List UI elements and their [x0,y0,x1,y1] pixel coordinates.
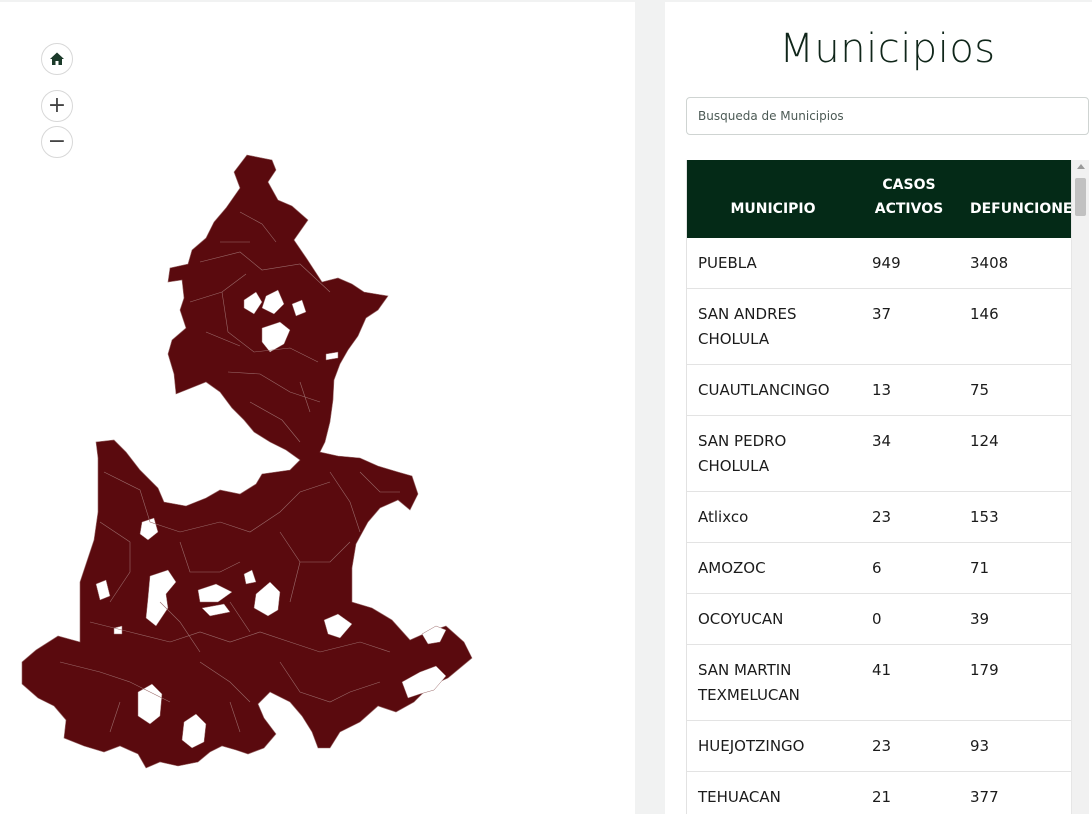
cell-casos-activos: 21 [872,788,892,806]
table-header-row: MUNICIPIO CASOS ACTIVOS DEFUNCIONES [687,160,1071,238]
cell-municipio: TEHUACAN [698,788,781,806]
table-row[interactable]: TEHUACAN 21 377 [687,772,1071,814]
cell-casos-activos: 0 [872,610,882,628]
cell-municipio: HUEJOTZINGO [698,737,805,755]
cell-defunciones: 146 [970,305,999,323]
home-button[interactable] [41,43,73,75]
map-panel[interactable]: + − [0,2,635,814]
page-title: Municipios [779,26,996,72]
plus-icon: + [47,93,67,118]
cell-casos-activos: 37 [872,305,892,323]
table-scrollbar[interactable] [1071,160,1089,814]
table-row[interactable]: SAN ANDRES CHOLULA 37 146 [687,289,1071,365]
cell-municipio: CUAUTLANCINGO [698,381,830,399]
municipios-table-container[interactable]: MUNICIPIO CASOS ACTIVOS DEFUNCIONES PUEB… [686,160,1071,814]
cell-defunciones: 3408 [970,254,1009,272]
cell-defunciones: 71 [970,559,990,577]
municipios-table: MUNICIPIO CASOS ACTIVOS DEFUNCIONES PUEB… [687,160,1071,814]
cell-casos-activos: 13 [872,381,892,399]
home-icon [50,52,64,65]
table-row[interactable]: CUAUTLANCINGO 13 75 [687,365,1071,416]
municipality-regions[interactable] [21,154,473,769]
minus-icon: − [47,129,67,154]
column-header-municipio[interactable]: MUNICIPIO [687,160,859,238]
scrollbar-thumb[interactable] [1075,178,1086,216]
cell-defunciones: 179 [970,661,999,679]
cell-casos-activos: 41 [872,661,892,679]
cell-defunciones: 377 [970,788,999,806]
table-row[interactable]: SAN MARTIN TEXMELUCAN 41 179 [687,645,1071,721]
column-header-casos-activos[interactable]: CASOS ACTIVOS [859,160,959,238]
column-header-defunciones[interactable]: DEFUNCIONES [959,160,1071,238]
table-row[interactable]: HUEJOTZINGO 23 93 [687,721,1071,772]
cell-municipio: PUEBLA [698,254,757,272]
cell-casos-activos: 949 [872,254,901,272]
cell-municipio: OCOYUCAN [698,610,784,628]
cell-casos-activos: 6 [872,559,882,577]
cell-municipio: SAN PEDRO CHOLULA [698,432,787,475]
map-region-state[interactable] [21,154,473,769]
scroll-up-arrow-icon[interactable] [1077,164,1085,169]
state-map[interactable] [0,2,635,814]
table-row[interactable]: Atlixco 23 153 [687,492,1071,543]
cell-defunciones: 39 [970,610,990,628]
cell-municipio: AMOZOC [698,559,766,577]
table-row[interactable]: AMOZOC 6 71 [687,543,1071,594]
table-body: PUEBLA 949 3408 SAN ANDRES CHOLULA 37 146 CUAU… [687,238,1071,814]
zoom-in-button[interactable]: + [41,90,73,122]
cell-casos-activos: 34 [872,432,892,450]
table-header: MUNICIPIO CASOS ACTIVOS DEFUNCIONES [687,160,1071,238]
cell-defunciones: 153 [970,508,999,526]
search-input[interactable] [686,97,1089,135]
table-row[interactable]: PUEBLA 949 3408 [687,238,1071,289]
cell-defunciones: 93 [970,737,990,755]
cell-municipio: Atlixco [698,508,749,526]
cell-defunciones: 75 [970,381,990,399]
cell-defunciones: 124 [970,432,999,450]
cell-municipio: SAN MARTIN TEXMELUCAN [698,661,800,704]
cell-casos-activos: 23 [872,737,892,755]
zoom-out-button[interactable]: − [41,126,73,158]
table-row[interactable]: OCOYUCAN 0 39 [687,594,1071,645]
cell-casos-activos: 23 [872,508,892,526]
app-root: + − Municipios MUNICIPIO CASOS ACTIVOS D… [0,0,1092,814]
table-row[interactable]: SAN PEDRO CHOLULA 34 124 [687,416,1071,492]
cell-municipio: SAN ANDRES CHOLULA [698,305,797,348]
